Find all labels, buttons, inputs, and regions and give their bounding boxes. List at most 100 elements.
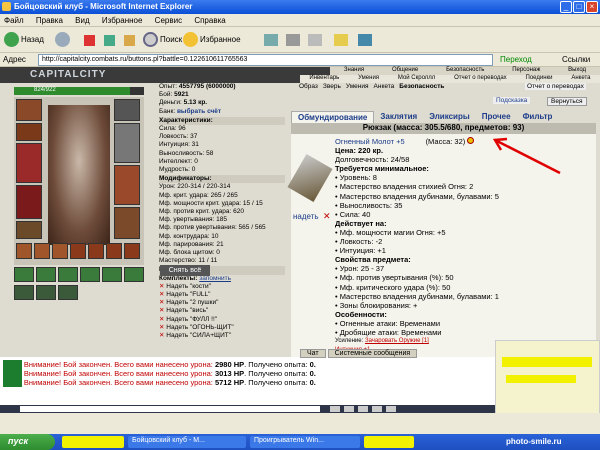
spell-slot[interactable] bbox=[102, 267, 122, 282]
subnav-transfers[interactable]: Отчет о переводах bbox=[454, 75, 507, 83]
remove-all-button[interactable]: Снять всё bbox=[160, 265, 210, 276]
subnav-scroll[interactable]: Мой Скроллл bbox=[398, 75, 435, 83]
ring-slot[interactable] bbox=[124, 243, 140, 259]
belt-slot[interactable] bbox=[16, 221, 42, 239]
enchant-link[interactable]: Зачаровать Оружие [1] bbox=[365, 338, 429, 344]
ring-slot[interactable] bbox=[70, 243, 86, 259]
go-button[interactable]: Переход bbox=[500, 55, 532, 64]
taskbar-item-redacted[interactable] bbox=[364, 436, 414, 448]
start-button[interactable]: пуск bbox=[0, 434, 55, 450]
stop-icon[interactable] bbox=[84, 35, 95, 46]
forward-button[interactable] bbox=[55, 32, 70, 47]
item-name[interactable]: Огненный Молот +5 bbox=[335, 137, 405, 146]
armor-slot[interactable] bbox=[16, 185, 42, 219]
menu-favorites[interactable]: Избранное bbox=[102, 16, 143, 25]
helmet-slot[interactable] bbox=[16, 99, 42, 121]
nav-exit[interactable]: Выход bbox=[568, 67, 586, 75]
spell-slot[interactable] bbox=[14, 267, 34, 282]
link-security[interactable]: Безопасность bbox=[399, 83, 444, 90]
weapon-slot[interactable] bbox=[16, 143, 42, 183]
tab-elixirs[interactable]: Эликсиры bbox=[423, 111, 475, 123]
set-item[interactable]: ✕ Надеть "FULL" bbox=[159, 291, 285, 299]
chat-button[interactable] bbox=[386, 406, 396, 412]
chat-button[interactable] bbox=[330, 406, 340, 412]
mail-icon[interactable] bbox=[264, 34, 278, 46]
delete-icon[interactable]: ✕ bbox=[323, 211, 331, 222]
set-item[interactable]: ✕ Надеть "2 пушки" bbox=[159, 299, 285, 307]
spell-slot[interactable] bbox=[58, 267, 78, 282]
ring-slot[interactable] bbox=[88, 243, 104, 259]
set-item[interactable]: ✕ Надеть "ФУЛЛ !!" bbox=[159, 316, 285, 324]
menu-view[interactable]: Вид bbox=[75, 16, 89, 25]
boots-slot[interactable] bbox=[114, 207, 140, 239]
back-button[interactable]: Назад bbox=[4, 32, 44, 47]
tab-equipment[interactable]: Обмундирование bbox=[291, 111, 375, 123]
link-profile[interactable]: Анкета bbox=[374, 83, 395, 90]
ring-slot[interactable] bbox=[52, 243, 68, 259]
favorites-button[interactable]: Избранное bbox=[183, 32, 241, 47]
characteristics-header[interactable]: Характеристики: bbox=[159, 116, 285, 126]
ring-slot[interactable] bbox=[106, 243, 122, 259]
spell-slot[interactable] bbox=[14, 285, 34, 300]
taskbar-item-redacted[interactable] bbox=[62, 436, 124, 448]
close-button[interactable]: × bbox=[586, 1, 598, 13]
set-item[interactable]: ✕ Надеть "кости" bbox=[159, 283, 285, 291]
maximize-button[interactable]: □ bbox=[573, 1, 585, 13]
bank-link[interactable]: выбрать счёт bbox=[177, 108, 221, 115]
link-image[interactable]: Образ bbox=[299, 83, 318, 90]
nav-knowledge[interactable]: Знания bbox=[344, 67, 364, 75]
ring-slot[interactable] bbox=[16, 243, 32, 259]
chat-button[interactable] bbox=[344, 406, 354, 412]
print-icon[interactable] bbox=[286, 34, 300, 46]
nav-security[interactable]: Безопасность bbox=[446, 67, 484, 75]
link-pet[interactable]: Зверь bbox=[323, 83, 341, 90]
tab-spells[interactable]: Заклятия bbox=[374, 111, 423, 123]
subnav-skills[interactable]: Умения bbox=[358, 75, 379, 83]
subnav-duels[interactable]: Поединки bbox=[526, 75, 553, 83]
subnav-profile[interactable]: Анкета bbox=[571, 75, 590, 83]
ring-slot[interactable] bbox=[34, 243, 50, 259]
spell-slot[interactable] bbox=[36, 285, 56, 300]
gloves-slot[interactable] bbox=[114, 99, 140, 121]
tab-chat[interactable]: Чат bbox=[300, 349, 326, 358]
chat-input[interactable] bbox=[20, 406, 320, 412]
nav-character[interactable]: Персонаж bbox=[512, 67, 540, 75]
home-icon[interactable] bbox=[124, 35, 135, 46]
chat-button[interactable] bbox=[358, 406, 368, 412]
set-item[interactable]: ✕ Надеть "вись" bbox=[159, 307, 285, 315]
menu-tools[interactable]: Сервис bbox=[155, 16, 182, 25]
search-button[interactable]: Поиск bbox=[143, 32, 182, 47]
spell-slot[interactable] bbox=[124, 267, 144, 282]
folder-icon[interactable] bbox=[334, 34, 348, 46]
set-item[interactable]: ✕ Надеть "ОГОНЬ-ЩИТ" bbox=[159, 324, 285, 332]
offhand-slot[interactable] bbox=[114, 123, 140, 163]
refresh-icon[interactable] bbox=[104, 35, 115, 46]
chat-button[interactable] bbox=[372, 406, 382, 412]
tab-other[interactable]: Прочее bbox=[476, 111, 517, 123]
equip-link[interactable]: надеть bbox=[293, 212, 319, 221]
spell-slot[interactable] bbox=[36, 267, 56, 282]
transfers-report-button[interactable]: Отчет о переводах bbox=[525, 83, 586, 90]
address-input[interactable]: http://capitalcity.combats.ru/buttons.pl… bbox=[38, 54, 493, 66]
links-button[interactable]: Ссылки bbox=[562, 55, 590, 64]
menu-help[interactable]: Справка bbox=[194, 16, 225, 25]
modifiers-header[interactable]: Модификаторы: bbox=[159, 175, 285, 184]
pants-slot[interactable] bbox=[114, 165, 140, 205]
nav-communication[interactable]: Общение bbox=[392, 67, 418, 75]
spell-slot[interactable] bbox=[58, 285, 78, 300]
tab-system[interactable]: Системные сообщения bbox=[327, 349, 418, 358]
link-skills[interactable]: Умения bbox=[346, 83, 369, 90]
messenger-icon[interactable] bbox=[358, 34, 372, 46]
menu-file[interactable]: Файл bbox=[4, 16, 24, 25]
set-item[interactable]: ✕ Надеть "СИЛА+ЩИТ" bbox=[159, 332, 285, 340]
taskbar-item-browser[interactable]: Бойцовский клуб - М... bbox=[128, 436, 246, 448]
minimize-button[interactable]: _ bbox=[560, 1, 572, 13]
edit-icon[interactable] bbox=[308, 34, 322, 46]
tab-filter[interactable]: Фильтр bbox=[517, 111, 559, 123]
hint-button[interactable]: Подсказка bbox=[493, 97, 531, 104]
taskbar-item-player[interactable]: Проигрыватель Win... bbox=[250, 436, 360, 448]
subnav-inventory[interactable]: Инвентарь bbox=[309, 75, 339, 83]
spell-slot[interactable] bbox=[80, 267, 100, 282]
amulet-slot[interactable] bbox=[16, 123, 42, 141]
menu-edit[interactable]: Правка bbox=[36, 16, 63, 25]
